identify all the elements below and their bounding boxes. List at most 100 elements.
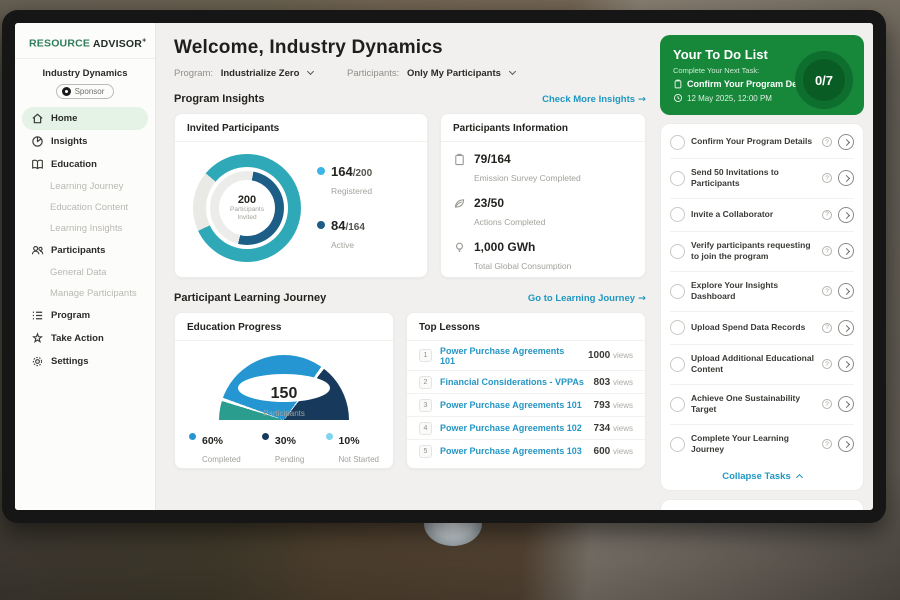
lesson-rank: 3 [419,399,432,412]
gauge-center-label: 150 Participants [219,385,349,421]
task-checkbox[interactable] [670,244,685,259]
task-go-button[interactable] [838,207,854,223]
sidebar-item-take-action[interactable]: Take Action [15,327,155,350]
lesson-views: 600 views [594,446,633,457]
task-checkbox[interactable] [670,397,685,412]
lesson-link[interactable]: Power Purchase Agreements 103 [440,446,586,456]
help-icon[interactable]: ? [822,173,832,183]
task-row: Upload Additional Educational Content ? [670,345,854,385]
go-to-learning-journey-link[interactable]: Go to Learning Journey→ [528,293,646,304]
help-icon[interactable]: ? [822,359,832,369]
participants-filter[interactable]: Participants: Only My Participants [347,68,515,79]
task-checkbox[interactable] [670,135,685,150]
invited-participants-card: Invited Participants 200 Participants In… [174,113,428,278]
help-icon[interactable]: ? [822,399,832,409]
sidebar-item-program[interactable]: Program [15,304,155,327]
legend-dot [262,433,269,440]
todo-progress-ring: 0/7 [795,51,853,109]
participants-filter-value: Only My Participants [407,68,501,79]
sidebar-item-label: Manage Participants [50,288,137,299]
help-icon[interactable]: ? [822,439,832,449]
help-icon[interactable]: ? [822,210,832,220]
program-filter-label: Program: [174,68,213,79]
sidebar-item-manage-participants[interactable]: Manage Participants [15,283,155,304]
lesson-rank: 1 [419,349,432,362]
donut-center-label: 200 Participants Invited [221,182,273,234]
card-title: Invited Participants [175,114,427,142]
task-go-button[interactable] [838,170,854,186]
bulb-icon [453,241,466,254]
sponsor-badge[interactable]: Sponsor [56,84,115,99]
sidebar-item-education[interactable]: Education [15,153,155,176]
section-heading: Program Insights [174,93,264,105]
stat-global-consumption: 1,000 GWh Total Global Consumption [453,238,631,274]
education-gauge-chart: 150 Participants [219,355,349,421]
sidebar-item-label: Education [51,159,97,170]
insights-cards-row: Invited Participants 200 Participants In… [174,113,646,278]
journey-cards-row: Education Progress 150 Participants 60% … [174,312,646,469]
lesson-link[interactable]: Power Purchase Agreements 101 [440,400,586,410]
stat-actions-completed: 23/50 Actions Completed [453,194,631,230]
task-checkbox[interactable] [670,437,685,452]
learning-journey-section-header: Participant Learning Journey Go to Learn… [174,292,646,304]
sidebar-item-learning-journey[interactable]: Learning Journey [15,176,155,197]
lesson-link[interactable]: Financial Considerations - VPPAs [440,377,586,387]
task-checkbox[interactable] [670,357,685,372]
task-checkbox[interactable] [670,284,685,299]
sidebar-item-participants[interactable]: Participants [15,239,155,262]
help-icon[interactable]: ? [822,286,832,296]
lesson-row: 2 Financial Considerations - VPPAs 803 v… [407,371,645,394]
lesson-link[interactable]: Power Purchase Agreements 101 [440,346,580,366]
legend-registered: 164/200 Registered [317,163,372,199]
help-icon[interactable]: ? [822,323,832,333]
sidebar-nav: Home Insights Education Learning Journey… [15,107,155,373]
task-checkbox[interactable] [670,320,685,335]
clipboard-icon [453,153,466,166]
chevron-down-icon [509,68,516,75]
collapse-tasks-link[interactable]: Collapse Tasks [670,464,854,488]
legend-pending: 30% Pending [262,431,304,467]
check-more-insights-link[interactable]: Check More Insights→ [542,94,646,105]
recent-news-title: Recent News [673,509,851,510]
task-go-button[interactable] [838,436,854,452]
program-insights-section-header: Program Insights Check More Insights→ [174,93,646,105]
task-row: Upload Spend Data Records ? [670,312,854,345]
sidebar-item-label: Education Content [50,202,128,213]
app-logo[interactable]: RESOURCE ADVISOR+ [15,33,155,59]
help-icon[interactable]: ? [822,246,832,256]
monitor-bezel: RESOURCE ADVISOR+ Industry Dynamics Spon… [2,10,886,523]
arrow-right-icon: → [638,94,646,105]
chevron-up-icon [796,474,803,481]
sidebar-item-general-data[interactable]: General Data [15,262,155,283]
section-heading: Participant Learning Journey [174,292,326,304]
insights-icon [31,135,44,148]
education-progress-card: Education Progress 150 Participants 60% … [174,312,394,469]
logo-advisor: ADVISOR+ [93,38,147,50]
sidebar-item-home[interactable]: Home [22,107,148,130]
sidebar-item-label: Take Action [51,333,104,344]
sponsor-icon [62,87,71,96]
program-filter-value: Industrialize Zero [221,68,300,79]
program-filter[interactable]: Program: Industrialize Zero [174,68,313,79]
lesson-row: 3 Power Purchase Agreements 101 793 view… [407,394,645,417]
invited-legend: 164/200 Registered 84/164 Active [317,163,372,253]
task-go-button[interactable] [838,283,854,299]
sidebar-item-label: Participants [51,245,105,256]
legend-completed: 60% Completed [189,431,241,467]
task-row: Confirm Your Program Details ? [670,126,854,159]
task-go-button[interactable] [838,396,854,412]
task-row: Achieve One Sustainability Target ? [670,385,854,425]
task-go-button[interactable] [838,320,854,336]
sidebar-item-insights[interactable]: Insights [15,130,155,153]
sidebar-item-learning-insights[interactable]: Learning Insights [15,218,155,239]
task-checkbox[interactable] [670,171,685,186]
task-go-button[interactable] [838,134,854,150]
task-go-button[interactable] [838,243,854,259]
lesson-link[interactable]: Power Purchase Agreements 102 [440,423,586,433]
task-checkbox[interactable] [670,207,685,222]
sidebar-item-education-content[interactable]: Education Content [15,197,155,218]
help-icon[interactable]: ? [822,137,832,147]
sidebar-item-settings[interactable]: Settings [15,350,155,373]
legend-dot [189,433,196,440]
task-go-button[interactable] [838,356,854,372]
